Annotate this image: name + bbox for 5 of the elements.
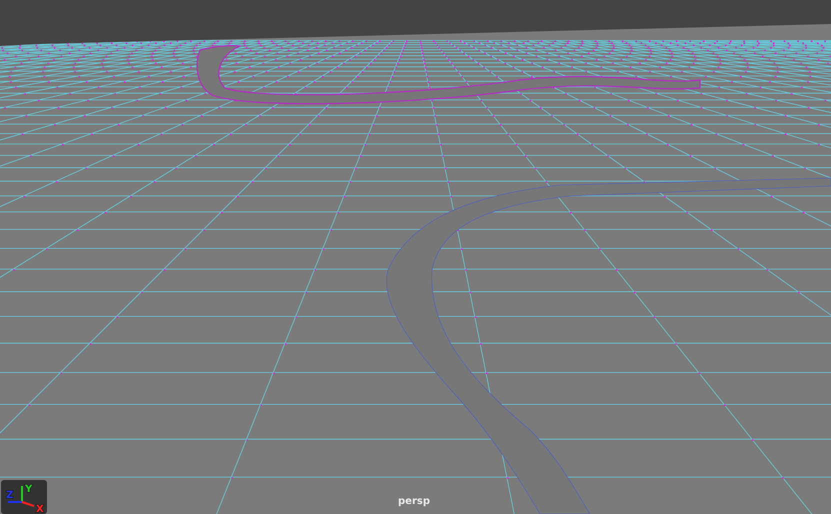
axis-label: Y: [25, 484, 32, 495]
axis-label: X: [36, 504, 44, 514]
axis-label: Z: [6, 490, 14, 501]
axis-gizmo-background: [1, 480, 47, 514]
camera-label: persp: [398, 496, 430, 507]
